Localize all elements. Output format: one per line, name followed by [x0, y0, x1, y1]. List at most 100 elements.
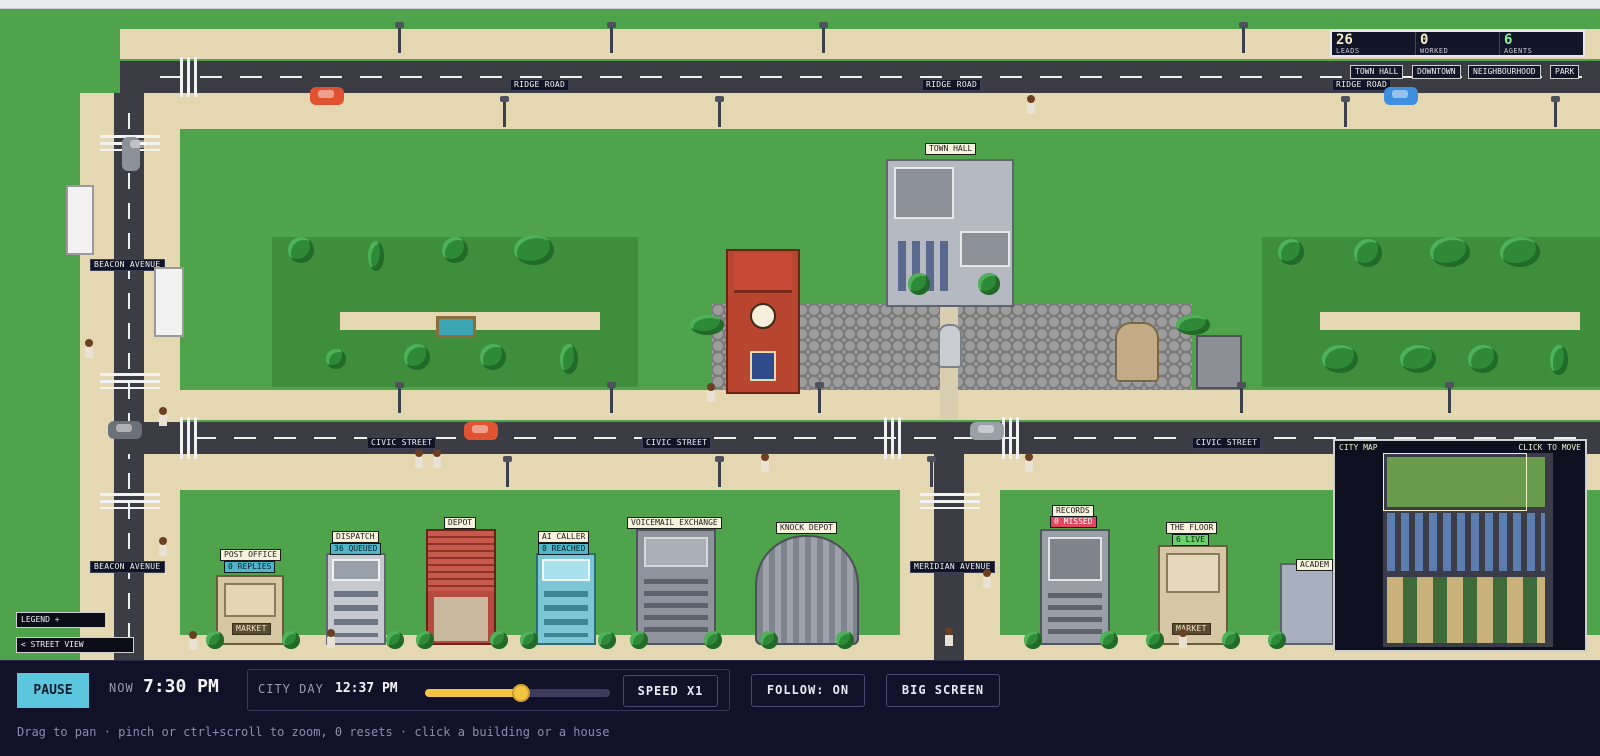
knock-depot-building[interactable] — [755, 535, 859, 645]
crosswalk — [1002, 417, 1020, 459]
depot-building[interactable] — [426, 529, 496, 645]
day-slider[interactable] — [425, 684, 610, 702]
agents-caption: AGENTS — [1504, 47, 1533, 55]
minimap-map[interactable] — [1383, 453, 1553, 647]
tree — [690, 315, 724, 335]
street-label-beacon: BEACON AVENUE — [90, 561, 165, 573]
agent-avatar[interactable] — [1026, 95, 1036, 115]
car-grey[interactable] — [108, 421, 142, 439]
records-building[interactable] — [1040, 529, 1110, 645]
agent-avatar[interactable] — [760, 453, 770, 473]
tree — [386, 631, 404, 649]
crosswalk — [180, 57, 198, 97]
town-hall-label: TOWN HALL — [925, 143, 977, 155]
goto-downtown-button[interactable]: DOWNTOWN — [1412, 65, 1461, 79]
street-label-ridge: RIDGE ROAD — [922, 79, 982, 91]
leads-count: 26 — [1336, 32, 1353, 48]
city-minimap[interactable]: CITY MAP CLICK TO MOVE — [1333, 439, 1587, 652]
follow-toggle[interactable]: FOLLOW: ON — [751, 674, 865, 707]
crosswalk — [920, 493, 980, 509]
agent-avatar[interactable] — [1178, 629, 1188, 649]
agent-avatar[interactable] — [84, 339, 94, 359]
street-lamp — [715, 96, 724, 127]
minimap-hint: CLICK TO MOVE — [1518, 443, 1581, 452]
clock-tower[interactable] — [726, 249, 800, 394]
tree — [1550, 345, 1568, 375]
goto-neighbourhood-button[interactable]: NEIGHBOURHOOD — [1468, 65, 1541, 79]
street-label-civic: CIVIC STREET — [642, 437, 712, 449]
agent-avatar[interactable] — [982, 569, 992, 589]
pond[interactable] — [436, 316, 476, 338]
delivery-truck[interactable] — [154, 267, 184, 337]
car-grey[interactable] — [122, 137, 146, 171]
tree — [368, 241, 384, 271]
agent-avatar[interactable] — [944, 627, 954, 647]
car-grey[interactable] — [970, 422, 1004, 440]
gazebo[interactable] — [1196, 335, 1242, 389]
tree — [442, 237, 468, 263]
day-slider-thumb[interactable] — [512, 684, 531, 702]
pause-button[interactable]: PAUSE — [17, 673, 89, 708]
post-office-label: POST OFFICE — [220, 549, 281, 561]
minimap-viewport[interactable] — [1383, 453, 1527, 511]
angel-statue[interactable] — [1115, 322, 1159, 382]
agent-avatar[interactable] — [1024, 453, 1034, 473]
tree — [1322, 345, 1358, 373]
city-day-label: CITY DAY — [258, 682, 324, 696]
street-lamp — [1445, 382, 1454, 413]
park-path-east — [1320, 312, 1580, 330]
tree — [1430, 237, 1470, 267]
tree — [630, 631, 648, 649]
agent-avatar[interactable] — [158, 407, 168, 427]
agent-avatar[interactable] — [326, 629, 336, 649]
agent-avatar[interactable] — [414, 449, 424, 469]
fountain-statue[interactable] — [938, 324, 962, 368]
speed-button[interactable]: SPEED X1 — [623, 675, 718, 707]
agent-avatar[interactable] — [706, 383, 716, 403]
tree — [282, 631, 300, 649]
legend-toggle[interactable]: LEGEND + — [16, 612, 106, 628]
tree — [1222, 631, 1240, 649]
city-day-time: 12:37 PM — [335, 681, 398, 696]
street-lamp — [607, 22, 616, 53]
goto-park-button[interactable]: PARK — [1550, 65, 1580, 79]
ai-caller-building[interactable] — [536, 553, 596, 645]
voicemail-exchange-building[interactable] — [636, 529, 716, 645]
big-screen-button[interactable]: BIG SCREEN — [886, 674, 1000, 707]
tree — [416, 631, 434, 649]
car-red[interactable] — [310, 87, 344, 105]
city-map-canvas[interactable]: TOWN HALL POST OFFICE 0 REPLIES DISPATCH… — [0, 9, 1600, 660]
tree — [1024, 631, 1042, 649]
tree — [1400, 345, 1436, 373]
voicemail-label: VOICEMAIL EXCHANGE — [627, 517, 722, 529]
tree — [1268, 631, 1286, 649]
street-view-button[interactable]: < STREET VIEW — [16, 637, 134, 653]
academy-building[interactable] — [1280, 563, 1334, 645]
sidewalk-ridge-south — [80, 93, 1600, 129]
goto-town-hall-button[interactable]: TOWN HALL — [1350, 65, 1404, 79]
car-red[interactable] — [464, 422, 498, 440]
street-label-civic: CIVIC STREET — [1192, 437, 1262, 449]
agent-avatar[interactable] — [432, 449, 442, 469]
delivery-truck[interactable] — [66, 185, 94, 255]
street-lamp — [503, 456, 512, 487]
tree — [480, 344, 506, 370]
agent-avatar[interactable] — [188, 631, 198, 651]
crosswalk — [180, 417, 198, 459]
help-hint: Drag to pan · pinch or ctrl+scroll to zo… — [17, 725, 610, 739]
agents-count: 6 — [1504, 32, 1513, 48]
records-status: 0 MISSED — [1050, 516, 1097, 528]
worked-caption: WORKED — [1420, 47, 1449, 55]
worked-count: 0 — [1420, 32, 1429, 48]
tree — [514, 235, 554, 265]
agent-avatar[interactable] — [158, 537, 168, 557]
street-lamp — [1239, 22, 1248, 53]
tree — [704, 631, 722, 649]
tree — [598, 631, 616, 649]
crosswalk — [100, 493, 160, 509]
car-blue[interactable] — [1384, 87, 1418, 105]
now-time: 7:30 PM — [143, 676, 219, 697]
academy-label: ACADEM — [1296, 559, 1333, 571]
street-lamp — [1551, 96, 1560, 127]
day-slider-fill — [425, 689, 522, 697]
